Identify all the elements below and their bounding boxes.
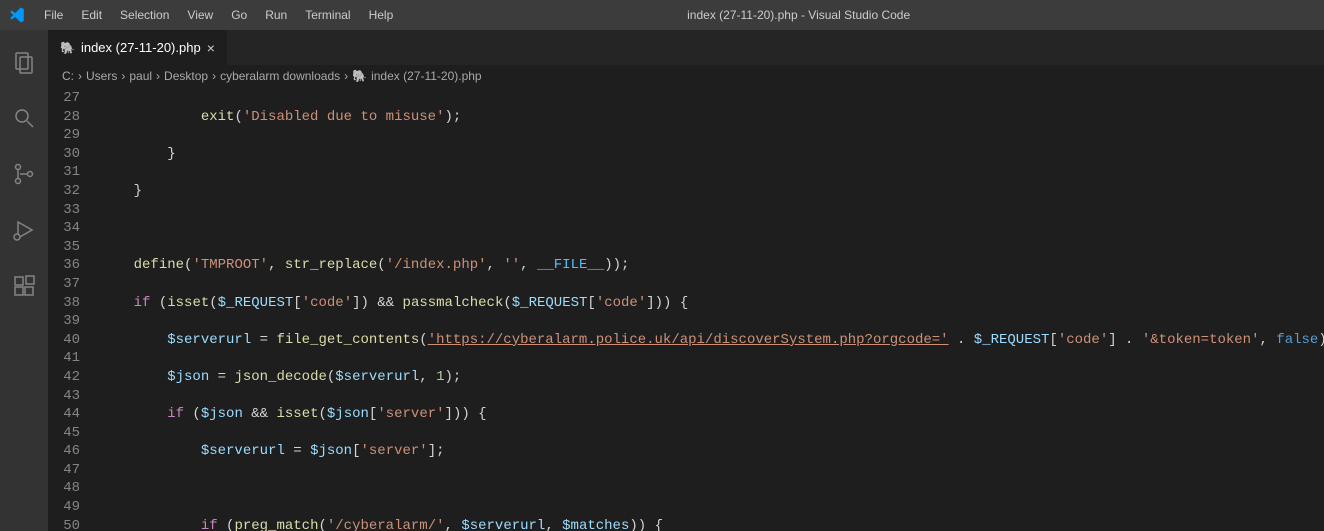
line-number: 35	[48, 238, 80, 257]
explorer-icon[interactable]	[0, 38, 48, 86]
menu-file[interactable]: File	[36, 4, 71, 26]
search-icon[interactable]	[0, 94, 48, 142]
line-number: 40	[48, 331, 80, 350]
menubar: File Edit Selection View Go Run Terminal…	[36, 4, 401, 26]
breadcrumb-segment[interactable]: cyberalarm downloads	[220, 69, 340, 83]
line-number: 37	[48, 275, 80, 294]
vscode-logo-icon	[8, 6, 26, 24]
line-number-gutter: 2728293031323334353637383940414243444546…	[48, 87, 100, 531]
line-number: 30	[48, 145, 80, 164]
menu-help[interactable]: Help	[361, 4, 402, 26]
line-number: 31	[48, 163, 80, 182]
line-number: 27	[48, 89, 80, 108]
source-control-icon[interactable]	[0, 150, 48, 198]
breadcrumb-segment[interactable]: paul	[129, 69, 152, 83]
chevron-right-icon: ›	[156, 69, 160, 83]
php-file-icon: 🐘	[352, 69, 367, 83]
editor-tabs: 🐘 index (27-11-20).php ×	[48, 30, 1324, 65]
code-lines[interactable]: exit('Disabled due to misuse'); } } defi…	[100, 87, 1324, 531]
menu-run[interactable]: Run	[257, 4, 295, 26]
line-number: 36	[48, 256, 80, 275]
code-editor[interactable]: 2728293031323334353637383940414243444546…	[48, 87, 1324, 531]
window-title: index (27-11-20).php - Visual Studio Cod…	[401, 8, 1196, 22]
close-icon[interactable]: ×	[207, 41, 215, 55]
line-number: 49	[48, 498, 80, 517]
php-file-icon: 🐘	[60, 41, 75, 55]
menu-selection[interactable]: Selection	[112, 4, 177, 26]
menu-view[interactable]: View	[179, 4, 221, 26]
run-debug-icon[interactable]	[0, 206, 48, 254]
chevron-right-icon: ›	[121, 69, 125, 83]
line-number: 42	[48, 368, 80, 387]
line-number: 38	[48, 294, 80, 313]
breadcrumb-segment[interactable]: index (27-11-20).php	[371, 69, 482, 83]
line-number: 34	[48, 219, 80, 238]
line-number: 44	[48, 405, 80, 424]
editor-group: 🐘 index (27-11-20).php × C: › Users › paul…	[48, 30, 1324, 531]
line-number: 45	[48, 424, 80, 443]
chevron-right-icon: ›	[78, 69, 82, 83]
menu-go[interactable]: Go	[223, 4, 255, 26]
line-number: 50	[48, 517, 80, 531]
breadcrumb-segment[interactable]: Users	[86, 69, 117, 83]
activity-bar	[0, 30, 48, 531]
line-number: 39	[48, 312, 80, 331]
menu-terminal[interactable]: Terminal	[297, 4, 358, 26]
line-number: 41	[48, 349, 80, 368]
line-number: 33	[48, 201, 80, 220]
menu-edit[interactable]: Edit	[73, 4, 110, 26]
line-number: 29	[48, 126, 80, 145]
line-number: 28	[48, 108, 80, 127]
line-number: 48	[48, 479, 80, 498]
breadcrumb-segment[interactable]: Desktop	[164, 69, 208, 83]
titlebar: File Edit Selection View Go Run Terminal…	[0, 0, 1324, 30]
tab-active[interactable]: 🐘 index (27-11-20).php ×	[48, 30, 228, 65]
chevron-right-icon: ›	[212, 69, 216, 83]
chevron-right-icon: ›	[344, 69, 348, 83]
line-number: 43	[48, 387, 80, 406]
breadcrumbs[interactable]: C: › Users › paul › Desktop › cyberalarm dow…	[48, 65, 1324, 87]
extensions-icon[interactable]	[0, 262, 48, 310]
tab-label: index (27-11-20).php	[81, 40, 201, 55]
main-area: 🐘 index (27-11-20).php × C: › Users › paul…	[0, 30, 1324, 531]
line-number: 47	[48, 461, 80, 480]
line-number: 32	[48, 182, 80, 201]
breadcrumb-segment[interactable]: C:	[62, 69, 74, 83]
line-number: 46	[48, 442, 80, 461]
